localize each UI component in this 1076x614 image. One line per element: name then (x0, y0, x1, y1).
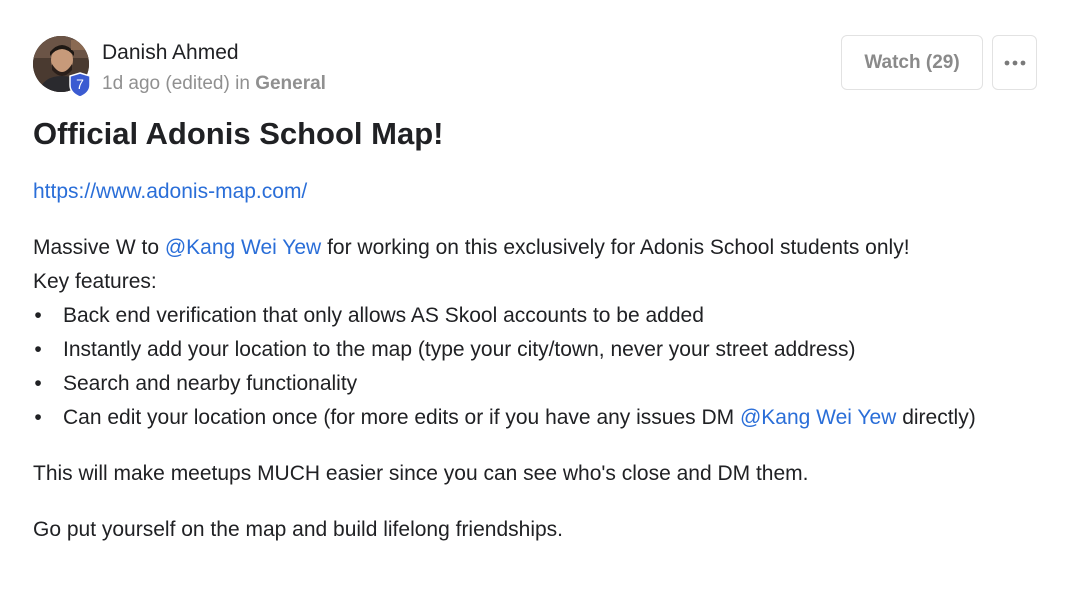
ellipsis-icon (1004, 60, 1025, 65)
more-options-button[interactable] (992, 35, 1037, 90)
post-body: https://www.adonis-map.com/ Massive W to… (33, 175, 1043, 547)
post-category[interactable]: General (255, 73, 326, 94)
bullet: • (34, 406, 42, 429)
paragraph-closing: Go put yourself on the map and build lif… (33, 518, 563, 541)
intro-paragraph: Massive W to @Kang Wei Yew for working o… (33, 231, 1043, 265)
feature-text: Instantly add your location to the map (… (63, 338, 856, 361)
bullet: • (34, 372, 42, 395)
post-header: 7 Danish Ahmed 1d ago (edited) in Genera… (33, 34, 1037, 98)
list-item: • Instantly add your location to the map … (33, 333, 1043, 367)
meta-in-label: in (235, 73, 250, 94)
watch-button[interactable]: Watch (29) (841, 35, 983, 90)
post-card: 7 Danish Ahmed 1d ago (edited) in Genera… (0, 0, 1076, 614)
mention-kang-wei-yew[interactable]: @Kang Wei Yew (165, 236, 321, 259)
list-item: • Search and nearby functionality (33, 367, 1043, 401)
post-meta: 1d ago (edited) in General (102, 73, 326, 95)
author-name[interactable]: Danish Ahmed (102, 41, 239, 65)
level-badge: 7 (68, 72, 92, 98)
mention-kang-wei-yew-2[interactable]: @Kang Wei Yew (740, 406, 896, 429)
post-time: 1d ago (edited) (102, 73, 230, 94)
paragraph-meetups: This will make meetups MUCH easier since… (33, 462, 809, 485)
author-avatar-wrap[interactable]: 7 (33, 36, 91, 98)
feature-text: Back end verification that only allows A… (63, 304, 704, 327)
feature-suffix: directly) (896, 406, 976, 429)
feature-text: Can edit your location once (for more ed… (63, 406, 740, 429)
list-item: • Can edit your location once (for more e… (33, 401, 1043, 435)
bullet: • (34, 338, 42, 361)
list-item: • Back end verification that only allows … (33, 299, 1043, 333)
feature-text: Search and nearby functionality (63, 372, 358, 395)
bullet: • (34, 304, 42, 327)
features-heading: Key features: (33, 270, 157, 293)
level-number: 7 (76, 76, 84, 92)
features-list: • Back end verification that only allows … (33, 299, 1043, 435)
map-link[interactable]: https://www.adonis-map.com/ (33, 180, 307, 203)
intro-prefix: Massive W to (33, 236, 165, 259)
intro-suffix: for working on this exclusively for Adon… (321, 236, 910, 259)
post-title: Official Adonis School Map! (33, 116, 444, 151)
